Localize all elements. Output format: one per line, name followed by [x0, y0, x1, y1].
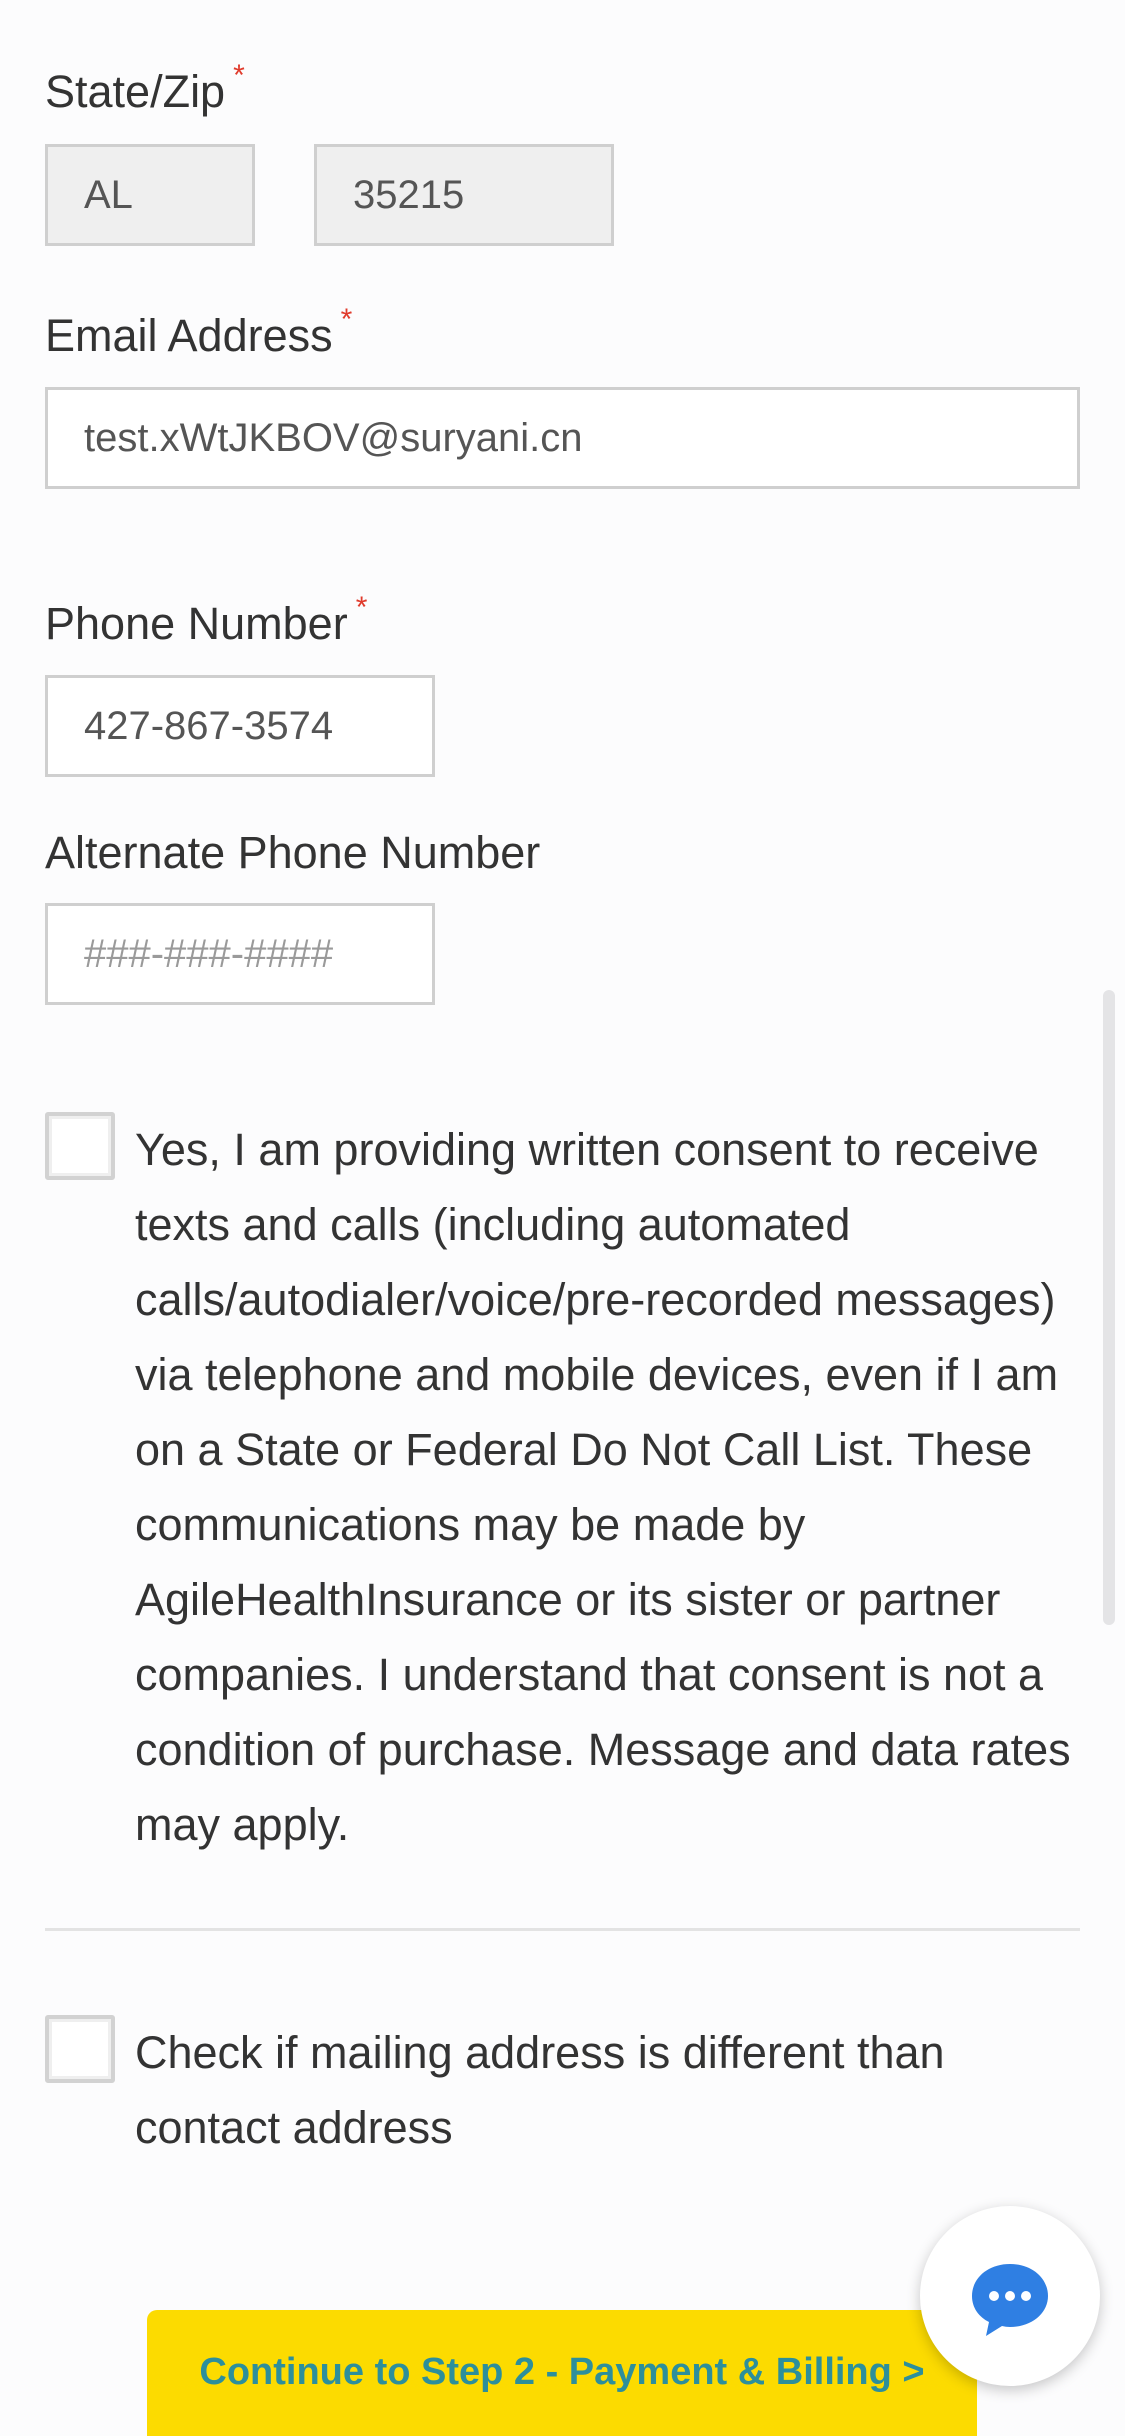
chat-button[interactable]: [920, 2206, 1100, 2386]
mailing-address-text: Check if mailing address is different th…: [135, 2027, 945, 2153]
chat-bubble-icon: [972, 2264, 1048, 2336]
mailing-address-checkbox[interactable]: [45, 2015, 115, 2083]
continue-step-2-button[interactable]: Continue to Step 2 - Payment & Billing >: [147, 2310, 977, 2436]
required-asterisk: *: [233, 59, 245, 92]
alt-phone-label: Alternate Phone Number: [45, 827, 540, 879]
required-asterisk: *: [340, 303, 353, 336]
alt-phone-input[interactable]: [45, 903, 435, 1005]
state-zip-label: State/Zip *: [45, 59, 245, 118]
zip-input[interactable]: [314, 144, 614, 246]
consent-text: Yes, I am providing written consent to r…: [135, 1124, 1071, 1850]
email-label: Email Address *: [45, 303, 352, 362]
contact-info-form: State/Zip* Email Address* Phone Number* …: [0, 0, 1125, 2436]
scrollbar[interactable]: [1103, 990, 1115, 1625]
email-label-text: Email Address: [45, 310, 333, 361]
required-asterisk: *: [355, 591, 368, 624]
phone-label-text: Phone Number: [45, 598, 348, 649]
email-input[interactable]: [45, 387, 1080, 489]
phone-label: Phone Number *: [45, 591, 367, 650]
state-zip-label-text: State/Zip: [45, 66, 226, 117]
state-input[interactable]: [45, 144, 255, 246]
alt-phone-label-text: Alternate Phone Number: [45, 827, 541, 878]
divider: [45, 1928, 1080, 1931]
consent-checkbox[interactable]: [45, 1112, 115, 1180]
phone-input[interactable]: [45, 675, 435, 777]
